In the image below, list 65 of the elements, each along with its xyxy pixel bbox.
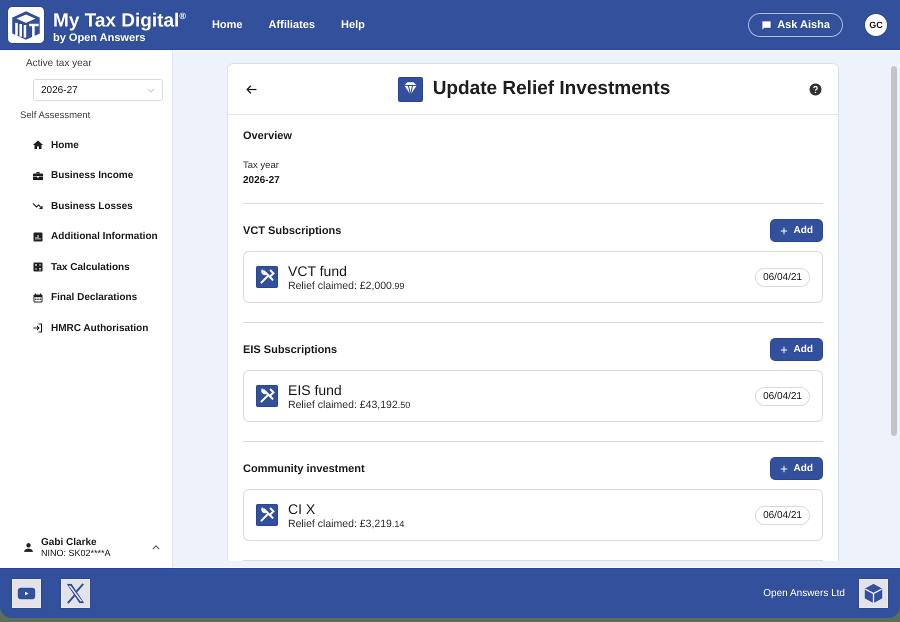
tools-icon — [256, 266, 278, 288]
sidebar-item[interactable]: Business Income — [0, 160, 172, 191]
field-label: Tax year — [243, 160, 280, 171]
entry-card[interactable]: EIS fund Relief claimed: £43,192.50 06/04/21 — [243, 370, 823, 422]
home-icon — [32, 139, 44, 152]
video-play-icon[interactable] — [12, 578, 41, 608]
person-icon — [22, 541, 35, 554]
x-logo-icon[interactable] — [61, 578, 90, 608]
ask-assistant-button[interactable]: Ask Aisha — [748, 13, 843, 37]
nav-link[interactable]: Home — [212, 19, 243, 31]
calculator-icon — [32, 261, 44, 274]
add-button[interactable]: Add — [770, 338, 823, 361]
calendar-icon — [32, 292, 44, 304]
entry-card[interactable]: CI X Relief claimed: £3,219.14 06/04/21 — [243, 489, 823, 541]
entry-name: VCT fund — [288, 262, 348, 278]
section-heading: Community investment — [243, 462, 365, 474]
section-heading: EIS Subscriptions — [243, 344, 338, 356]
plus-icon — [780, 226, 788, 234]
sign-in-icon — [32, 322, 44, 334]
sidebar-item[interactable]: Additional Information — [0, 222, 172, 252]
app-subtitle: by Open Answers — [53, 32, 147, 44]
tax-year-label: Active tax year — [26, 58, 93, 69]
briefcase-icon — [32, 170, 44, 182]
scrollbar[interactable] — [891, 66, 897, 436]
date-chip: 06/04/21 — [755, 268, 810, 286]
plus-icon — [780, 346, 788, 354]
sidebar-item[interactable]: Business Losses — [0, 191, 172, 222]
user-name: Gabi Clarke — [41, 537, 98, 548]
tools-icon — [256, 385, 278, 407]
section-label: Self Assessment — [20, 110, 92, 121]
company-name: Open Answers Ltd — [763, 588, 845, 598]
plus-icon — [780, 464, 788, 472]
help-icon[interactable] — [808, 82, 822, 96]
chat-icon — [761, 20, 772, 30]
field-value: 2026-27 — [243, 175, 281, 186]
sidebar-item[interactable]: HMRC Authorisation — [0, 313, 172, 344]
chevron-up-icon — [152, 545, 160, 550]
entry-name: EIS fund — [288, 382, 343, 398]
cube-logo-icon — [7, 6, 45, 44]
entry-name: CI X — [288, 500, 316, 516]
date-chip: 06/04/21 — [755, 386, 810, 406]
relief-amount: Relief claimed: £3,219.14 — [288, 518, 404, 530]
user-menu[interactable]: Gabi Clarke NINO: SK02****A — [0, 537, 172, 558]
app-title: My Tax Digital$^{®}$ — [53, 10, 186, 32]
bar-chart-icon — [32, 230, 44, 243]
user-nino: NINO: SK02****A — [41, 548, 112, 558]
relief-amount: Relief claimed: £43,192.50 — [288, 398, 410, 410]
cube-icon[interactable] — [859, 578, 888, 608]
nav-link[interactable]: Help — [341, 19, 365, 31]
date-chip: 06/04/21 — [755, 506, 810, 524]
relief-amount: Relief claimed: £2,000.99 — [288, 280, 404, 292]
sidebar-item[interactable]: Tax Calculations — [0, 252, 172, 282]
entry-card[interactable]: VCT fund Relief claimed: £2,000.99 06/04/21 — [243, 251, 823, 303]
section-heading: VCT Subscriptions — [243, 224, 342, 236]
sidebar-item[interactable]: Home — [0, 130, 172, 160]
section-heading: Overview — [243, 130, 293, 142]
chevron-down-icon — [147, 88, 155, 92]
nav-link[interactable]: Affiliates — [268, 19, 316, 31]
sidebar-item[interactable]: Final Declarations — [0, 282, 172, 313]
user-avatar[interactable]: GC — [865, 14, 887, 36]
tax-year-select[interactable]: 2026-27 — [33, 79, 163, 101]
add-button[interactable]: Add — [770, 219, 823, 242]
tools-icon — [256, 504, 278, 526]
page-title: Update Relief Investments — [432, 78, 670, 100]
add-button[interactable]: Add — [770, 457, 823, 480]
